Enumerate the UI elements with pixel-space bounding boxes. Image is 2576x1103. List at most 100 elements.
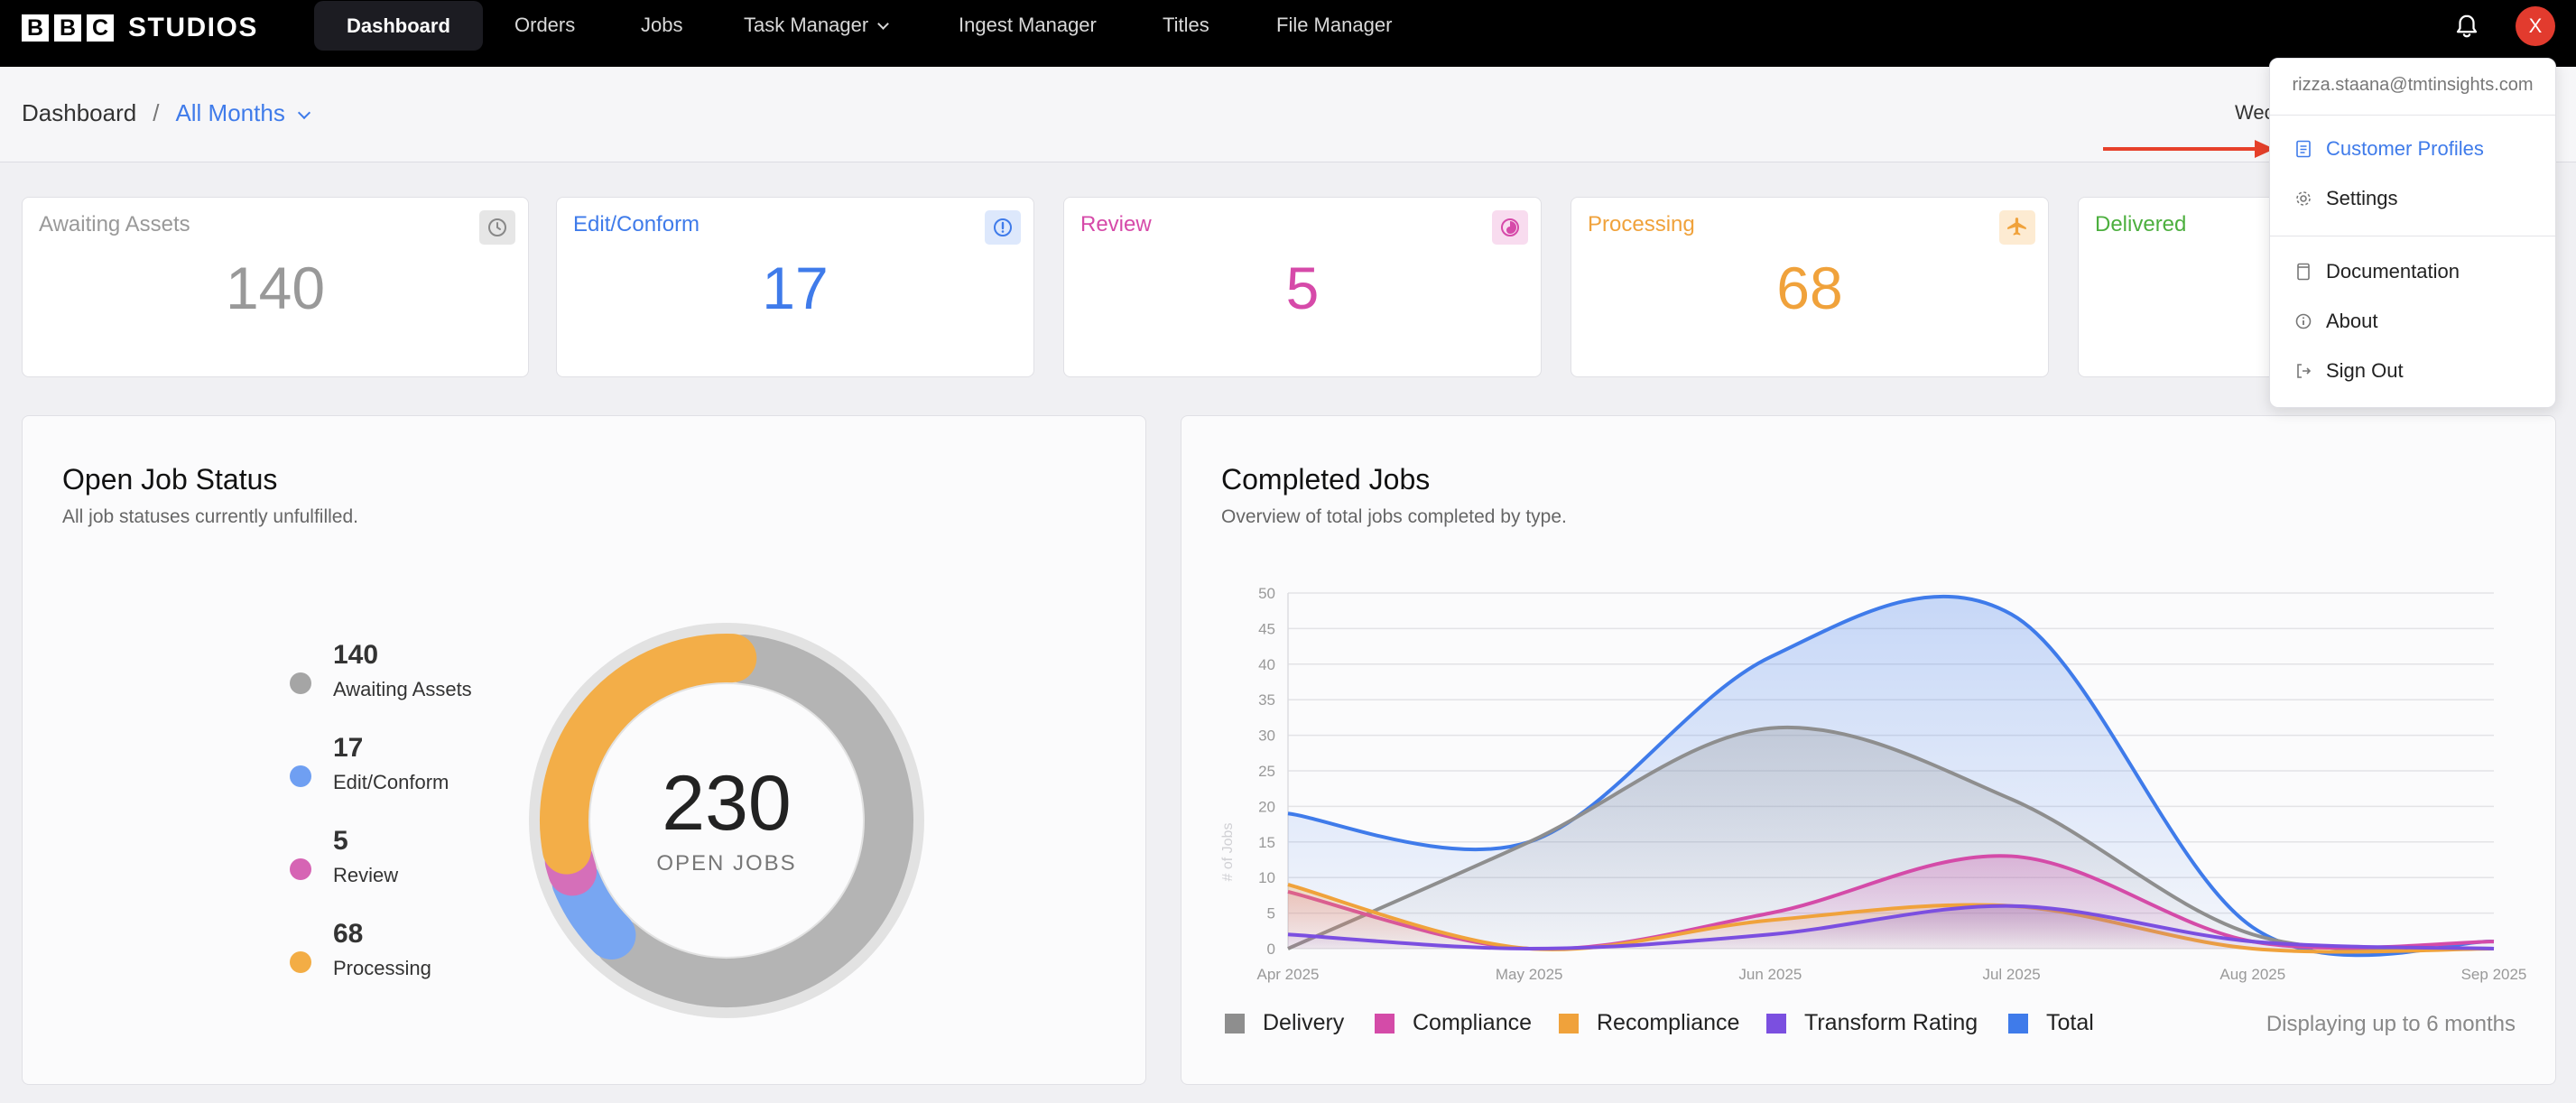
chevron-down-icon <box>877 18 890 30</box>
stat-label: Review <box>1080 212 1152 236</box>
legend-total[interactable]: Total <box>2008 1010 2094 1036</box>
menu-item-label: Settings <box>2326 187 2398 209</box>
book-icon <box>2293 262 2313 282</box>
nav-orders[interactable]: Orders <box>514 0 575 51</box>
y-tick-label: 15 <box>1258 834 1275 851</box>
menu-item-label: About <box>2326 310 2378 332</box>
chart-range-note: Displaying up to 6 months <box>2266 1012 2516 1036</box>
nav-dashboard[interactable]: Dashboard <box>314 1 483 51</box>
legend-label: Awaiting Assets <box>333 678 472 700</box>
gear-icon <box>2293 189 2313 209</box>
menu-item-label: Customer Profiles <box>2326 137 2484 160</box>
y-tick-label: 0 <box>1267 941 1275 958</box>
nav-file-manager[interactable]: File Manager <box>1276 0 1392 51</box>
y-tick-label: 20 <box>1258 798 1275 815</box>
stat-label: Awaiting Assets <box>39 212 190 236</box>
logo-letter-c: C <box>87 14 114 42</box>
stat-label: Delivered <box>2095 212 2187 236</box>
open-job-status-panel: Open Job Status All job statuses current… <box>22 415 1146 1085</box>
legend-recompliance[interactable]: Recompliance <box>1559 1010 1739 1036</box>
user-menu-dropdown: rizza.staana@tmtinsights.com Customer Pr… <box>2269 58 2556 408</box>
legend-dot <box>290 765 311 787</box>
stat-card-awaiting-assets[interactable]: Awaiting Assets 140 <box>22 197 529 377</box>
menu-item-settings[interactable]: Settings <box>2293 181 2546 217</box>
legend-label: Delivery <box>1263 1010 1345 1035</box>
legend-label: Processing <box>333 957 431 979</box>
menu-item-label: Documentation <box>2326 260 2460 283</box>
x-tick-label: Apr 2025 <box>1257 966 1320 983</box>
legend-value: 140 <box>333 640 379 670</box>
breadcrumb: Dashboard / All Months <box>22 99 310 127</box>
legend-dot <box>290 951 311 973</box>
legend-value: 68 <box>333 919 364 949</box>
legend-swatch <box>1766 1013 1786 1033</box>
annotation-arrow-icon <box>2103 140 2275 158</box>
legend-label: Edit/Conform <box>333 771 449 793</box>
y-tick-label: 5 <box>1267 905 1275 922</box>
x-tick-label: Sep 2025 <box>2461 966 2527 983</box>
info-icon <box>2293 311 2313 331</box>
user-avatar[interactable]: X <box>2516 6 2555 46</box>
stat-value: 140 <box>225 255 326 321</box>
stat-label: Edit/Conform <box>573 212 700 236</box>
airplane-icon <box>1999 210 2035 245</box>
review-icon <box>1492 210 1528 245</box>
legend-transform-rating[interactable]: Transform Rating <box>1766 1010 1978 1036</box>
breadcrumb-root[interactable]: Dashboard <box>22 99 136 126</box>
x-tick-label: Jul 2025 <box>1982 966 2040 983</box>
legend-compliance[interactable]: Compliance <box>1375 1010 1532 1036</box>
menu-item-documentation[interactable]: Documentation <box>2293 254 2546 290</box>
legend-label: Review <box>333 864 399 886</box>
stat-card-edit-conform[interactable]: Edit/Conform 17 <box>556 197 1034 377</box>
y-tick-label: 10 <box>1258 869 1275 886</box>
nav-ingest-manager[interactable]: Ingest Manager <box>959 0 1097 51</box>
legend-value: 5 <box>333 826 348 856</box>
y-axis-label: # of Jobs <box>1220 823 1236 882</box>
breadcrumb-separator: / <box>153 99 160 126</box>
legend-swatch <box>1559 1013 1579 1033</box>
bbc-studios-logo[interactable]: B B C STUDIOS <box>22 13 258 43</box>
x-tick-label: Aug 2025 <box>2219 966 2285 983</box>
legend-dot <box>290 672 311 694</box>
y-tick-label: 40 <box>1258 656 1275 673</box>
nav-task-manager-label: Task Manager <box>744 14 869 36</box>
menu-item-sign-out[interactable]: Sign Out <box>2293 353 2546 389</box>
legend-label: Compliance <box>1413 1010 1533 1035</box>
panel-subtitle: All job statuses currently unfulfilled. <box>62 506 358 527</box>
logo-letter-b1: B <box>22 14 49 42</box>
x-tick-label: Jun 2025 <box>1738 966 1802 983</box>
y-tick-label: 30 <box>1258 728 1275 745</box>
completed-jobs-chart: 0 5 10 15 20 25 30 35 40 45 50 Apr 2025 May 2025 Jun … <box>1220 585 2527 983</box>
legend-label: Total <box>2046 1010 2094 1035</box>
legend-delivery[interactable]: Delivery <box>1225 1010 1344 1036</box>
user-email: rizza.staana@tmtinsights.com <box>2292 75 2534 95</box>
stat-value: 68 <box>1776 255 1843 321</box>
completed-jobs-panel: Completed Jobs Overview of total jobs co… <box>1181 415 2556 1085</box>
stat-label: Processing <box>1588 212 1695 236</box>
stat-card-processing[interactable]: Processing 68 <box>1571 197 2049 377</box>
logo-studios-text: STUDIOS <box>128 13 258 42</box>
nav-jobs[interactable]: Jobs <box>641 0 682 51</box>
legend-label: Transform Rating <box>1804 1010 1978 1035</box>
menu-item-customer-profiles[interactable]: Customer Profiles <box>2293 131 2546 167</box>
panel-title: Open Job Status <box>62 463 278 496</box>
y-tick-label: 25 <box>1258 763 1275 780</box>
menu-divider <box>2270 115 2555 116</box>
nav-task-manager[interactable]: Task Manager <box>744 0 890 51</box>
period-selector-label: All Months <box>175 99 285 126</box>
period-selector[interactable]: All Months <box>175 99 310 126</box>
document-list-icon <box>2293 139 2313 159</box>
legend-dot <box>290 858 311 880</box>
bell-icon[interactable] <box>2453 13 2480 40</box>
legend-swatch <box>1375 1013 1395 1033</box>
chevron-down-icon <box>297 106 310 120</box>
legend-swatch <box>2008 1013 2028 1033</box>
donut-total-label: OPEN JOBS <box>656 851 797 876</box>
clock-icon <box>479 210 515 245</box>
stat-card-review[interactable]: Review 5 <box>1063 197 1542 377</box>
nav-titles[interactable]: Titles <box>1163 0 1209 51</box>
logo-letter-b2: B <box>54 14 81 42</box>
menu-item-about[interactable]: About <box>2293 303 2546 339</box>
x-tick-label: May 2025 <box>1496 966 1563 983</box>
menu-item-label: Sign Out <box>2326 359 2404 382</box>
